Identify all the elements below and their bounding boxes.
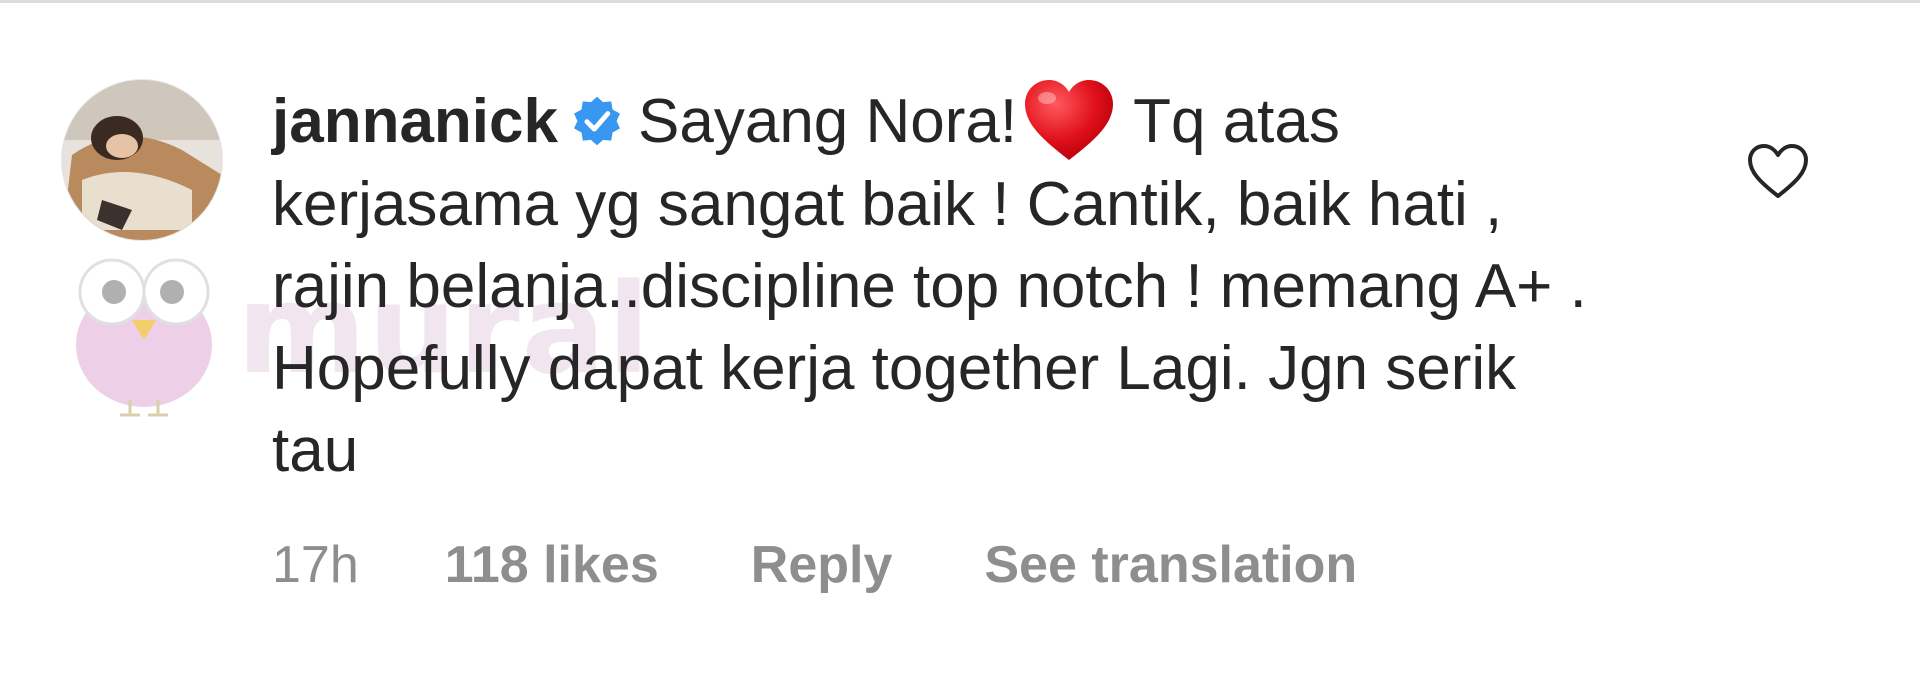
likes-count-button[interactable]: 118 likes <box>445 535 659 595</box>
avatar-photo <box>62 80 222 240</box>
comment-timestamp[interactable]: 17h <box>272 535 359 595</box>
see-translation-button[interactable]: See translation <box>984 535 1357 595</box>
comment-username[interactable]: jannanick <box>272 87 558 156</box>
like-button[interactable] <box>1746 142 1810 202</box>
reply-button[interactable]: Reply <box>751 535 893 595</box>
comment-body: jannanick Sayang Nora! Tq atas kerjasama… <box>272 78 1612 492</box>
comment-item: mural jannanick Sayang Nora! Tq atas ker… <box>0 0 1920 686</box>
heart-outline-icon <box>1748 144 1808 198</box>
instagram-comment-screen: mural jannanick Sayang Nora! Tq atas ker… <box>0 0 1920 686</box>
avatar[interactable] <box>62 80 222 240</box>
heart-emoji-icon <box>1023 78 1115 164</box>
owl-logo-icon <box>72 250 222 420</box>
comment-meta: 17h 118 likes Reply See translation <box>272 530 1357 600</box>
verified-badge-icon <box>570 94 624 148</box>
comment-text-part1: Sayang Nora! <box>638 87 1018 156</box>
